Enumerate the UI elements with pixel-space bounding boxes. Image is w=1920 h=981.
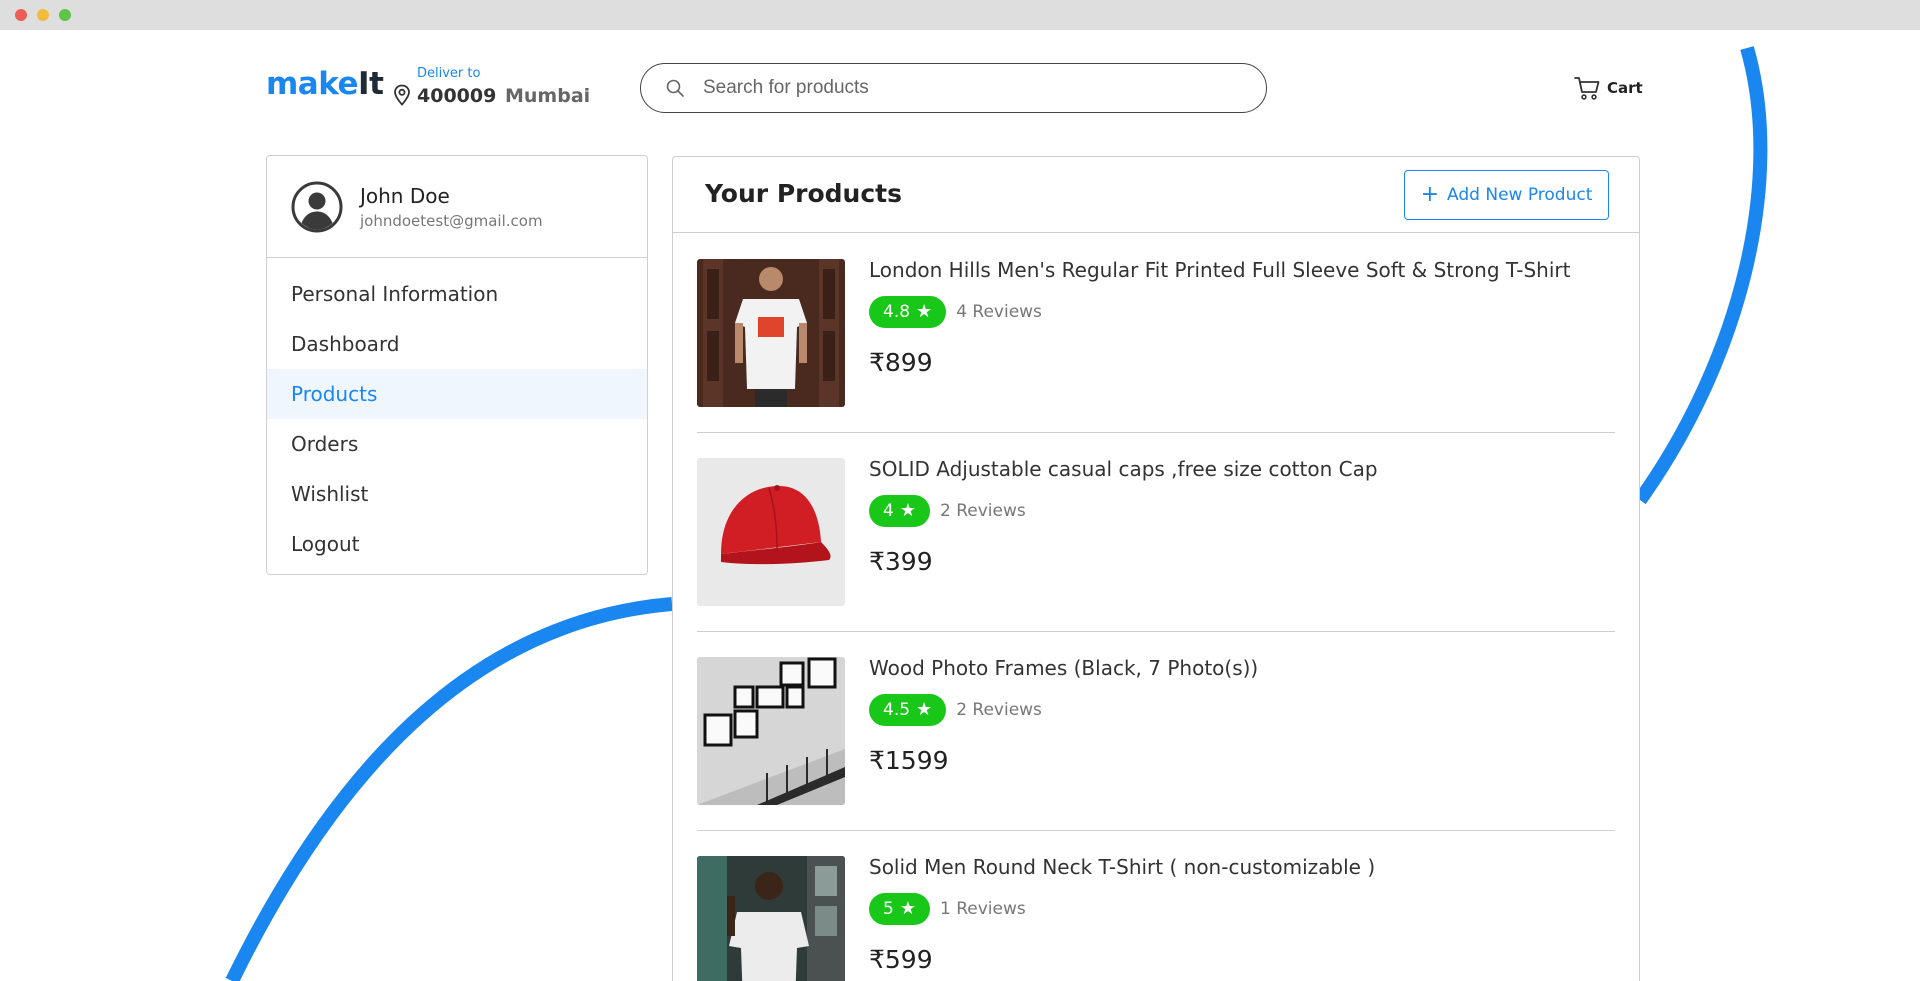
- sidebar-item-products[interactable]: Products: [267, 369, 647, 419]
- product-list-item[interactable]: Solid Men Round Neck T-Shirt ( non-custo…: [697, 831, 1615, 981]
- product-rating: 4.5 ★ 2 Reviews: [869, 694, 1042, 726]
- product-price: ₹899: [869, 348, 933, 377]
- delivery-city: Mumbai: [505, 85, 591, 107]
- review-count: 2 Reviews: [956, 700, 1042, 720]
- product-image[interactable]: [697, 657, 845, 805]
- page-title: Your Products: [705, 179, 902, 208]
- star-icon: ★: [916, 699, 933, 720]
- location-pin-icon: [393, 84, 411, 106]
- product-list-item[interactable]: London Hills Men's Regular Fit Printed F…: [697, 234, 1615, 433]
- product-list-item[interactable]: Wood Photo Frames (Black, 7 Photo(s)) 4.…: [697, 632, 1615, 831]
- product-title[interactable]: SOLID Adjustable casual caps ,free size …: [869, 457, 1378, 481]
- avatar-icon: [291, 181, 343, 233]
- product-rating: 5 ★ 1 Reviews: [869, 893, 1026, 925]
- add-new-product-button[interactable]: + Add New Product: [1404, 170, 1609, 220]
- add-new-product-label: Add New Product: [1447, 185, 1593, 205]
- close-window-icon[interactable]: [15, 9, 27, 21]
- product-image[interactable]: [697, 259, 845, 407]
- review-count: 4 Reviews: [956, 302, 1042, 322]
- review-count: 2 Reviews: [939, 501, 1026, 521]
- products-panel: Your Products + Add New Product London H…: [672, 156, 1640, 981]
- user-name: John Doe: [360, 184, 450, 208]
- product-price: ₹399: [869, 547, 933, 576]
- sidebar-item-wishlist[interactable]: Wishlist: [267, 469, 647, 519]
- sidebar-item-personal-information[interactable]: Personal Information: [267, 269, 647, 319]
- cart-label: Cart: [1607, 79, 1643, 97]
- sidebar-menu: Personal Information Dashboard Products …: [267, 258, 647, 569]
- user-email: johndoetest@gmail.com: [360, 212, 543, 230]
- rating-badge: 4.5 ★: [869, 694, 947, 726]
- product-price: ₹599: [869, 945, 933, 974]
- product-title[interactable]: Wood Photo Frames (Black, 7 Photo(s)): [869, 656, 1258, 680]
- product-title[interactable]: London Hills Men's Regular Fit Printed F…: [869, 258, 1570, 282]
- minimize-window-icon[interactable]: [37, 9, 49, 21]
- rating-badge: 5 ★: [869, 893, 930, 925]
- brand-logo[interactable]: makeIt: [266, 66, 384, 102]
- star-icon: ★: [899, 898, 916, 919]
- window-titlebar: [0, 0, 1920, 30]
- search-input[interactable]: [703, 74, 1243, 102]
- cart-icon: [1573, 74, 1601, 102]
- maximize-window-icon[interactable]: [59, 9, 71, 21]
- product-image[interactable]: [697, 856, 845, 981]
- sidebar-item-logout[interactable]: Logout: [267, 519, 647, 569]
- account-sidebar: John Doe johndoetest@gmail.com Personal …: [266, 155, 648, 575]
- rating-badge: 4 ★: [869, 495, 930, 527]
- plus-icon: +: [1420, 182, 1440, 207]
- sidebar-item-orders[interactable]: Orders: [267, 419, 647, 469]
- products-panel-header: Your Products + Add New Product: [673, 157, 1639, 233]
- sidebar-item-dashboard[interactable]: Dashboard: [267, 319, 647, 369]
- product-title[interactable]: Solid Men Round Neck T-Shirt ( non-custo…: [869, 855, 1375, 879]
- product-image[interactable]: [697, 458, 845, 606]
- star-icon: ★: [916, 301, 933, 322]
- cart-button[interactable]: Cart: [1573, 74, 1643, 102]
- search-bar[interactable]: [640, 63, 1267, 113]
- delivery-pincode: 400009: [417, 85, 497, 107]
- product-rating: 4 ★ 2 Reviews: [869, 495, 1026, 527]
- user-profile: John Doe johndoetest@gmail.com: [267, 156, 647, 258]
- star-icon: ★: [899, 500, 916, 521]
- product-rating: 4.8 ★ 4 Reviews: [869, 296, 1042, 328]
- rating-badge: 4.8 ★: [869, 296, 947, 328]
- product-list-item[interactable]: SOLID Adjustable casual caps ,free size …: [697, 433, 1615, 632]
- deliver-to-label: Deliver to: [417, 66, 481, 81]
- search-icon: [665, 78, 685, 98]
- product-price: ₹1599: [869, 746, 949, 775]
- review-count: 1 Reviews: [939, 899, 1026, 919]
